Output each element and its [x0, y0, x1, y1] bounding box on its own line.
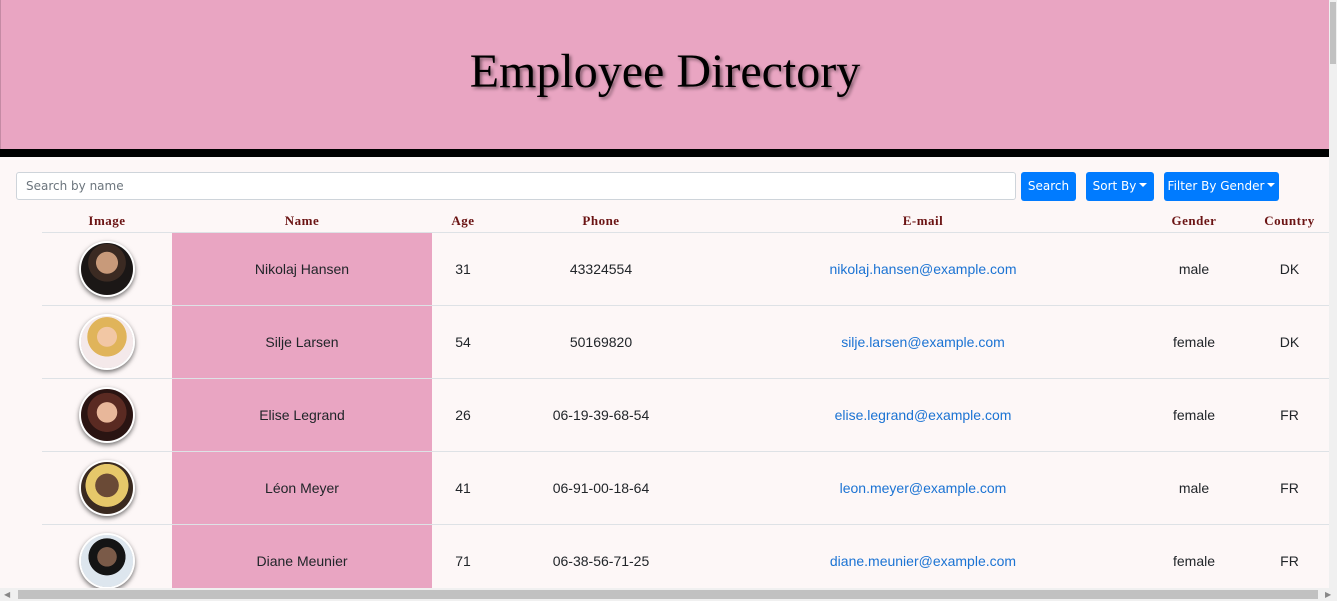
- employee-table: Image Name Age Phone E-mail Gender Count…: [42, 210, 1329, 598]
- name-cell: Nikolaj Hansen: [172, 232, 432, 306]
- table-row: Nikolaj Hansen 31 43324554 nikolaj.hanse…: [42, 232, 1329, 306]
- email-cell: nikolaj.hansen@example.com: [708, 232, 1138, 306]
- country-cell: DK: [1250, 305, 1329, 379]
- phone-cell: 06-19-39-68-54: [494, 378, 708, 452]
- gender-cell: male: [1138, 232, 1250, 306]
- phone-cell: 06-38-56-71-25: [494, 524, 708, 598]
- phone-cell: 43324554: [494, 232, 708, 306]
- horizontal-scrollbar[interactable]: ◀ ▶: [0, 588, 1337, 601]
- image-cell: [42, 305, 172, 379]
- column-header-phone[interactable]: Phone: [494, 210, 708, 233]
- header-divider: [0, 149, 1329, 157]
- gender-cell: male: [1138, 451, 1250, 525]
- caret-down-icon: [1139, 182, 1148, 187]
- column-header-gender[interactable]: Gender: [1138, 210, 1250, 233]
- scroll-left-icon[interactable]: ◀: [4, 590, 10, 599]
- age-cell: 41: [432, 451, 494, 525]
- avatar: [81, 389, 133, 441]
- gender-cell: female: [1138, 305, 1250, 379]
- sort-by-label: Sort By: [1092, 179, 1137, 193]
- name-cell: Léon Meyer: [172, 451, 432, 525]
- image-cell: [42, 524, 172, 598]
- search-input[interactable]: [16, 172, 1016, 200]
- email-cell: elise.legrand@example.com: [708, 378, 1138, 452]
- filter-gender-label: Filter By Gender: [1167, 179, 1265, 193]
- table-row: Silje Larsen 54 50169820 silje.larsen@ex…: [42, 305, 1329, 379]
- table-row: Diane Meunier 71 06-38-56-71-25 diane.me…: [42, 524, 1329, 598]
- column-header-country[interactable]: Country: [1250, 210, 1329, 233]
- email-cell: silje.larsen@example.com: [708, 305, 1138, 379]
- email-link[interactable]: diane.meunier@example.com: [830, 553, 1016, 569]
- column-header-age[interactable]: Age: [432, 210, 494, 233]
- column-header-name[interactable]: Name: [172, 210, 432, 233]
- image-cell: [42, 451, 172, 525]
- search-button[interactable]: Search: [1021, 172, 1076, 201]
- phone-cell: 06-91-00-18-64: [494, 451, 708, 525]
- vertical-scrollbar-thumb[interactable]: [1330, 2, 1336, 64]
- image-cell: [42, 378, 172, 452]
- name-cell: Silje Larsen: [172, 305, 432, 379]
- email-link[interactable]: silje.larsen@example.com: [841, 334, 1005, 350]
- phone-cell: 50169820: [494, 305, 708, 379]
- sort-by-dropdown[interactable]: Sort By: [1086, 172, 1154, 201]
- age-cell: 26: [432, 378, 494, 452]
- email-cell: diane.meunier@example.com: [708, 524, 1138, 598]
- avatar: [81, 243, 133, 295]
- caret-down-icon: [1267, 182, 1276, 187]
- image-cell: [42, 232, 172, 306]
- country-cell: FR: [1250, 378, 1329, 452]
- age-cell: 31: [432, 232, 494, 306]
- country-cell: DK: [1250, 232, 1329, 306]
- table-row: Elise Legrand 26 06-19-39-68-54 elise.le…: [42, 378, 1329, 452]
- avatar: [81, 535, 133, 587]
- name-cell: Diane Meunier: [172, 524, 432, 598]
- scroll-right-icon[interactable]: ▶: [1325, 590, 1331, 599]
- table-row: Léon Meyer 41 06-91-00-18-64 leon.meyer@…: [42, 451, 1329, 525]
- page-title: Employee Directory: [469, 45, 861, 98]
- country-cell: FR: [1250, 451, 1329, 525]
- age-cell: 54: [432, 305, 494, 379]
- column-header-image[interactable]: Image: [42, 210, 172, 233]
- email-link[interactable]: leon.meyer@example.com: [840, 480, 1007, 496]
- country-cell: FR: [1250, 524, 1329, 598]
- vertical-scrollbar[interactable]: [1329, 0, 1337, 588]
- avatar: [81, 316, 133, 368]
- horizontal-scrollbar-thumb[interactable]: [18, 590, 1318, 599]
- gender-cell: female: [1138, 524, 1250, 598]
- table-header-row: Image Name Age Phone E-mail Gender Count…: [42, 210, 1329, 233]
- gender-cell: female: [1138, 378, 1250, 452]
- filter-gender-dropdown[interactable]: Filter By Gender: [1164, 172, 1279, 201]
- page-header: Employee Directory: [0, 0, 1329, 149]
- column-header-email[interactable]: E-mail: [708, 210, 1138, 233]
- email-cell: leon.meyer@example.com: [708, 451, 1138, 525]
- email-link[interactable]: nikolaj.hansen@example.com: [830, 261, 1017, 277]
- avatar: [81, 462, 133, 514]
- email-link[interactable]: elise.legrand@example.com: [835, 407, 1012, 423]
- age-cell: 71: [432, 524, 494, 598]
- name-cell: Elise Legrand: [172, 378, 432, 452]
